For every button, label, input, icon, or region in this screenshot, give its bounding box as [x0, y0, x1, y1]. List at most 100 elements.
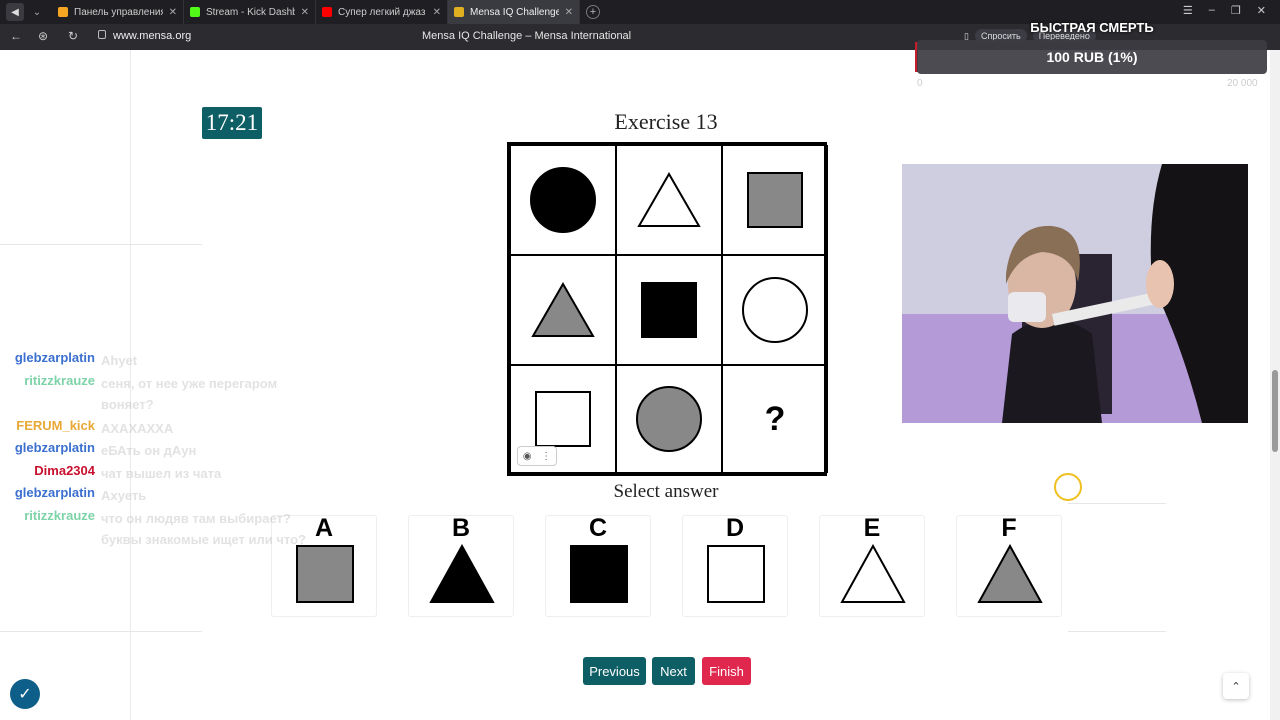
triangle-shape [637, 172, 701, 227]
chat-message: FERUM_kick АХАХАХХА [0, 418, 330, 441]
circle-shape [530, 167, 596, 233]
scroll-to-top-button[interactable]: ⌃ [1223, 673, 1249, 699]
tab-title: Stream - Kick Dashb [206, 6, 295, 18]
window-controls: ☰ – ❐ ✕ [1183, 4, 1266, 17]
circle-shape [636, 386, 702, 452]
option-letter: F [1001, 514, 1017, 542]
donation-title: БЫСТРАЯ СМЕРТЬ [1030, 20, 1154, 35]
answer-option-f[interactable]: F [956, 514, 1062, 617]
donation-scale-min: 0 [917, 78, 923, 89]
browser-tab[interactable]: Супер легкий джаз ✕ [316, 0, 448, 24]
favicon-icon [322, 7, 332, 17]
chevron-down-icon[interactable]: ⌄ [30, 7, 44, 18]
divider [1068, 503, 1166, 504]
option-letter: E [863, 514, 881, 542]
close-tab-icon[interactable]: ✕ [169, 7, 177, 18]
chat-username[interactable]: glebzarplatin [15, 485, 95, 500]
matrix-cell [510, 255, 616, 365]
divider [1068, 631, 1166, 632]
shield-icon[interactable]: ⊛ [38, 29, 48, 43]
matrix-cell [616, 365, 722, 473]
answer-option-c[interactable]: C [545, 514, 651, 617]
reload-icon[interactable]: ↻ [68, 29, 78, 43]
chat-message: ritizzkrauze что он людяв там выбирает? б… [0, 508, 330, 574]
option-letter: B [451, 514, 471, 542]
matrix-cell [722, 145, 828, 255]
close-window-button[interactable]: ✕ [1257, 4, 1266, 17]
chat-message: glebzarplatin Ахуеть [0, 485, 330, 508]
donation-goal: БЫСТРАЯ СМЕРТЬ 100 RUB (1%) [917, 20, 1267, 74]
option-letter: C [588, 514, 608, 542]
quiz-timer: 17:21 [202, 107, 262, 139]
option-letter: D [725, 514, 745, 542]
url-field[interactable]: www.mensa.org [113, 30, 191, 42]
matrix-cell [510, 145, 616, 255]
browser-tab[interactable]: Панель управления - Do ✕ [52, 0, 184, 24]
tab-title: Mensa IQ Challenge – M [470, 6, 559, 18]
browser-tab[interactable]: Mensa IQ Challenge – M ✕ [448, 0, 580, 24]
matrix-cell [722, 255, 828, 365]
donation-amount: 100 RUB (1%) [1046, 49, 1138, 65]
divider [0, 244, 202, 245]
square-shape [641, 282, 697, 338]
favicon-icon [58, 7, 68, 17]
chat-text: сеня, от нее уже перегаром воняет? [101, 375, 278, 412]
chat-username[interactable]: glebzarplatin [15, 350, 95, 365]
square-shape [707, 545, 765, 603]
stream-chat: glebzarplatin Ahyet ritizzkrauze сеня, от н… [0, 350, 330, 574]
triangle-shape [531, 282, 595, 337]
answer-option-b[interactable]: B [408, 514, 514, 617]
browser-tab[interactable]: Stream - Kick Dashb ✕ [184, 0, 316, 24]
matrix-cell: ? [722, 365, 828, 473]
chat-message: Dima2304 чат вышел из чата [0, 463, 330, 486]
chat-username[interactable]: ritizzkrauze [24, 373, 95, 388]
finish-button[interactable]: Finish [702, 657, 751, 685]
previous-button[interactable]: Previous [583, 657, 646, 685]
chat-text: Ahyet [101, 353, 138, 368]
answer-option-e[interactable]: E [819, 514, 925, 617]
chat-username[interactable]: FERUM_kick [16, 418, 95, 433]
close-tab-icon[interactable]: ✕ [433, 7, 441, 18]
triangle-shape [429, 544, 495, 603]
back-icon[interactable]: ← [10, 29, 22, 43]
camera-icon[interactable]: ◉ [523, 451, 532, 462]
chat-message: glebzarplatin еБАть он дАун [0, 440, 330, 463]
maximize-button[interactable]: ❐ [1231, 4, 1241, 17]
chat-message: glebzarplatin Ahyet [0, 350, 330, 373]
chat-text: Ахуеть [101, 488, 147, 503]
chat-text: АХАХАХХА [101, 420, 174, 436]
divider [0, 631, 202, 632]
more-icon[interactable]: ⋮ [541, 451, 551, 462]
chat-text: чат вышел из чата [101, 465, 222, 481]
menu-icon[interactable]: ☰ [1183, 4, 1193, 17]
matrix-cell [616, 255, 722, 365]
matrix-cell: ◉ ⋮ [510, 365, 616, 473]
chat-message: ritizzkrauze сеня, от нее уже перегаром в… [0, 373, 330, 418]
image-tools[interactable]: ◉ ⋮ [517, 446, 557, 466]
chat-username[interactable]: glebzarplatin [15, 440, 95, 455]
puzzle-matrix: ◉ ⋮? [507, 142, 828, 476]
close-tab-icon[interactable]: ✕ [301, 7, 309, 18]
next-button[interactable]: Next [652, 657, 695, 685]
chat-username[interactable]: ritizzkrauze [24, 508, 95, 523]
close-tab-icon[interactable]: ✕ [565, 7, 573, 18]
lock-icon [98, 30, 106, 39]
triangle-shape [840, 544, 906, 603]
chat-text: еБАть он дАун [101, 443, 197, 458]
scrollbar-thumb[interactable] [1272, 370, 1278, 452]
new-tab-button[interactable]: + [586, 5, 600, 19]
webcam-overlay [902, 164, 1248, 423]
chat-username[interactable]: Dima2304 [34, 463, 95, 478]
accessibility-icon[interactable]: ✓ [10, 679, 40, 709]
audio-icon[interactable]: ◀ [6, 3, 24, 21]
triangle-shape [977, 544, 1043, 603]
square-shape [570, 545, 628, 603]
tab-list: Панель управления - Do✕Stream - Kick Das… [52, 0, 580, 24]
circle-shape [742, 277, 808, 343]
tab-title: Панель управления - Do [74, 6, 163, 18]
chat-text: что он людяв там выбирает? буквы знакомы… [101, 510, 306, 547]
minimize-button[interactable]: – [1209, 4, 1215, 17]
exercise-title: Exercise 13 [614, 109, 718, 134]
square-shape [535, 391, 591, 447]
answer-option-d[interactable]: D [682, 514, 788, 617]
